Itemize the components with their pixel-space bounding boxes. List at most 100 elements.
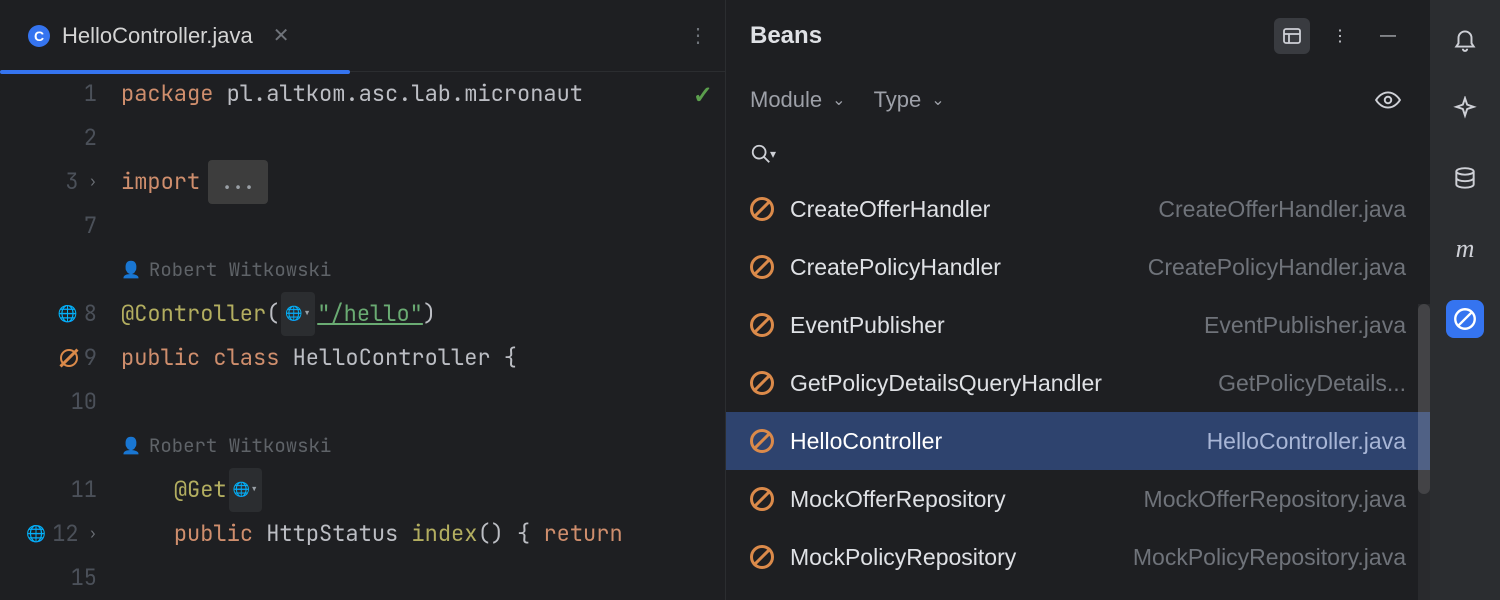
folded-code[interactable]: ... [208,160,268,204]
author-annotation: 👤Robert Witkowski [121,248,331,292]
bean-item[interactable]: HelloController HelloController.java [726,412,1430,470]
bean-file: GetPolicyDetails... [1218,370,1406,397]
tab-filename: HelloController.java [62,23,253,49]
code-column[interactable]: ✓ package pl.altkom.asc.lab.micronaut imp… [115,72,725,600]
bean-name: EventPublisher [790,312,1188,339]
panel-more-button[interactable]: ⋮ [1322,18,1358,54]
bean-item[interactable]: EventPublisher EventPublisher.java [726,296,1430,354]
bean-item[interactable]: GetPolicyDetailsQueryHandler GetPolicyDet… [726,354,1430,412]
code-line[interactable]: 👤Robert Witkowski [121,424,725,468]
bean-file: MockOfferRepository.java [1144,486,1406,513]
gutter-line: 15 [0,556,103,600]
code-line[interactable]: package pl.altkom.asc.lab.micronaut [121,72,725,116]
gutter-line: 11 [0,468,103,512]
beans-title: Beans [750,22,822,50]
bean-file: MockPolicyRepository.java [1133,544,1406,571]
prohibit-icon [1452,306,1478,332]
bean-name: MockOfferRepository [790,486,1128,513]
beans-header: Beans ⋮ — [726,0,1430,72]
gutter-line: 2 [0,116,103,160]
bean-file: EventPublisher.java [1204,312,1406,339]
editor-pane: C HelloController.java ✕ ⋮ 123›7🌐891011🌐… [0,0,725,600]
view-mode-button[interactable] [1274,18,1310,54]
code-line[interactable]: public HttpStatus index() { return [121,512,725,556]
right-tool-rail: m [1430,0,1500,600]
bean-file: HelloController.java [1207,428,1406,455]
java-class-icon: C [28,25,50,47]
gutter-line [0,248,103,292]
author-annotation: 👤Robert Witkowski [121,424,331,468]
bell-icon [1452,26,1478,52]
endpoint-gutter-icon[interactable]: 🌐 [58,292,78,336]
bean-icon [750,545,774,569]
bean-item[interactable]: CreatePolicyHandlerCreatePolicyHandler.j… [726,238,1430,296]
code-line[interactable]: 👤Robert Witkowski [121,248,725,292]
code-line[interactable]: @Get🌐▾ [121,468,725,512]
code-line[interactable]: public class HelloController { [121,336,725,380]
gutter-line: 🌐8 [0,292,103,336]
beans-panel: Beans ⋮ — Module ⌄ Type ⌄ ▾ CreateOfferH… [725,0,1430,600]
bean-icon [750,313,774,337]
bean-item[interactable]: MockOfferRepository MockOfferRepository.j… [726,470,1430,528]
tab-more-button[interactable]: ⋮ [680,15,713,56]
endpoint-gutter-icon[interactable]: 🌐 [26,512,46,556]
bean-name: CreateOfferHandler [790,196,1142,223]
bean-icon [750,371,774,395]
bean-icon [750,429,774,453]
fold-toggle[interactable]: › [89,160,97,204]
gutter-line: 9 [0,336,103,380]
line-gutter: 123›7 🌐8910 11🌐12›15 [0,72,115,600]
editor-tab[interactable]: C HelloController.java ✕ [12,15,306,57]
bean-icon [750,197,774,221]
code-line[interactable] [121,204,725,248]
maven-tool[interactable]: m [1446,230,1484,268]
module-filter-label: Module [750,87,822,113]
notifications-tool[interactable] [1446,20,1484,58]
chevron-down-icon: ⌄ [931,90,944,110]
bean-name: HelloController [790,428,1191,455]
gutter-line [0,424,103,468]
gutter-line: 3› [0,160,103,204]
search-icon [750,143,772,165]
beans-tool[interactable] [1446,300,1484,338]
code-line[interactable] [121,556,725,600]
inspections-ok-icon[interactable]: ✓ [693,74,713,118]
tab-bar: C HelloController.java ✕ ⋮ [0,0,725,72]
bean-file: CreateOfferHandler.java [1158,196,1406,223]
fold-toggle[interactable]: › [89,512,97,556]
person-icon: 👤 [121,248,141,292]
visibility-toggle[interactable] [1370,82,1406,118]
type-filter[interactable]: Type ⌄ [874,87,945,113]
code-line[interactable] [121,380,725,424]
bean-item[interactable]: CreateOfferHandler CreateOfferHandler.jav… [726,180,1430,238]
gutter-line: 🌐12› [0,512,103,556]
gutter-line: 1 [0,72,103,116]
person-icon: 👤 [121,424,141,468]
database-tool[interactable] [1446,160,1484,198]
bean-icon [750,487,774,511]
code-area[interactable]: 123›7 🌐8910 11🌐12›15 ✓ package pl.altkom.a… [0,72,725,600]
code-line[interactable] [121,116,725,160]
search-dropdown-chevron: ▾ [770,147,776,161]
gutter-line: 10 [0,380,103,424]
bean-item[interactable]: MockPolicyRepository MockPolicyRepository… [726,528,1430,586]
close-tab-button[interactable]: ✕ [273,23,290,48]
panel-minimize-button[interactable]: — [1370,18,1406,54]
database-icon [1452,166,1478,192]
module-filter[interactable]: Module ⌄ [750,87,846,113]
beans-search[interactable]: ▾ [726,128,1430,180]
beans-list: CreateOfferHandler CreateOfferHandler.jav… [726,180,1430,600]
bean-name: GetPolicyDetailsQueryHandler [790,370,1202,397]
filter-row: Module ⌄ Type ⌄ [726,72,1430,128]
bean-gutter-icon[interactable] [60,349,78,367]
scrollbar-thumb[interactable] [1418,304,1430,494]
url-inlay-badge[interactable]: 🌐▾ [281,292,315,336]
bean-name: MockPolicyRepository [790,544,1117,571]
url-inlay-badge[interactable]: 🌐▾ [229,468,263,512]
sparkle-icon [1452,96,1478,122]
code-line[interactable]: import... [121,160,725,204]
gutter-line: 7 [0,204,103,248]
ai-assistant-tool[interactable] [1446,90,1484,128]
type-filter-label: Type [874,87,922,113]
code-line[interactable]: @Controller(🌐▾"/hello") [121,292,725,336]
